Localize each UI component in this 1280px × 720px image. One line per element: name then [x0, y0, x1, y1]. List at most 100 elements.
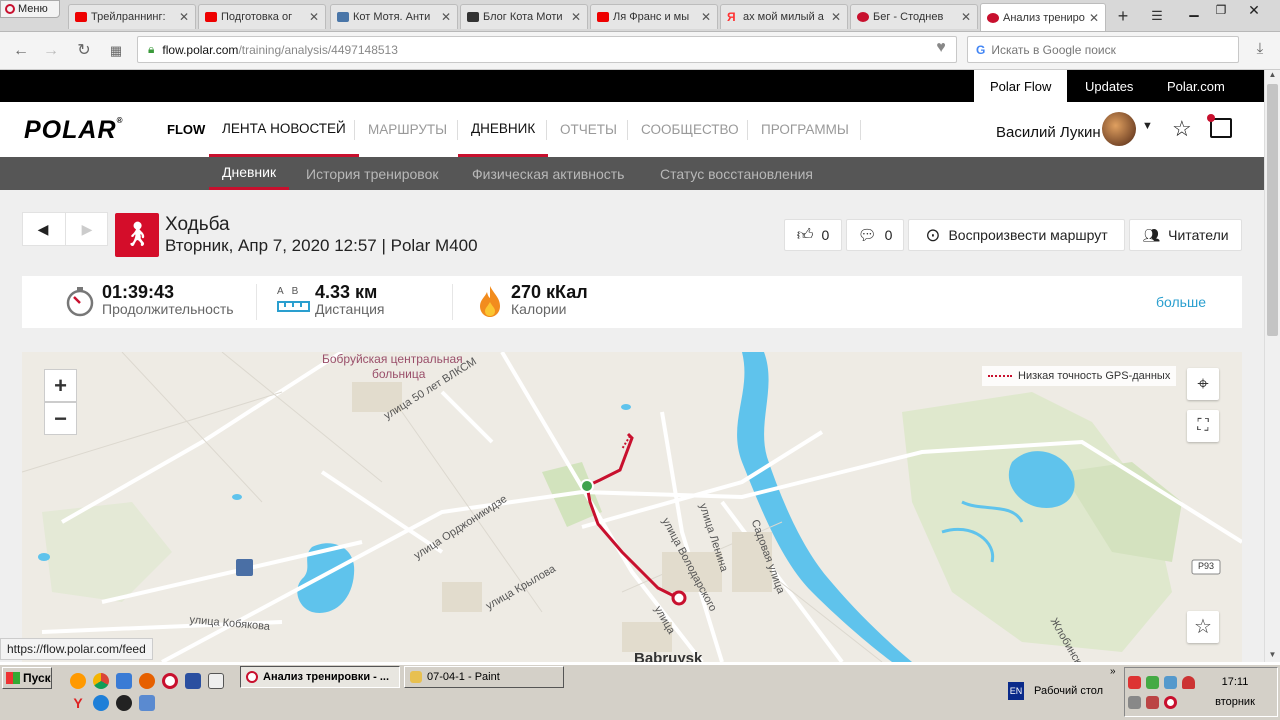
- browser-tab[interactable]: Бег - Стоднев ✕: [850, 4, 978, 29]
- nav-routes[interactable]: МАРШРУТЫ: [355, 102, 460, 157]
- google-search-field[interactable]: G Искать в Google поиск: [967, 36, 1239, 63]
- download-icon[interactable]: ⤓: [1249, 40, 1271, 62]
- browser-tab[interactable]: Кот Мотя. Анти ✕: [330, 4, 458, 29]
- shield-icon[interactable]: [1182, 676, 1195, 689]
- language-indicator[interactable]: EN: [1008, 682, 1024, 700]
- close-tab-icon[interactable]: ✕: [307, 10, 321, 24]
- back-arrow-icon[interactable]: ←: [10, 40, 32, 62]
- start-button[interactable]: Пуск: [2, 667, 52, 689]
- like-button[interactable]: 👍︎ 0: [784, 219, 842, 251]
- toplink-updates[interactable]: Updates: [1069, 70, 1149, 102]
- thumbs-up-icon: 👍︎: [796, 226, 814, 244]
- close-tab-icon[interactable]: ✕: [829, 10, 843, 24]
- calculator-icon[interactable]: [208, 673, 224, 689]
- windows-logo-icon: [6, 672, 20, 684]
- google-icon: G: [976, 42, 986, 57]
- browser-menu-button[interactable]: Меню: [0, 0, 60, 18]
- route-map[interactable]: Бобруйская центральная больница улица 50…: [22, 352, 1242, 662]
- previous-session-icon[interactable]: ◀: [22, 212, 64, 246]
- network-icon[interactable]: [116, 673, 132, 689]
- browser-tab[interactable]: Яах мой милый а ✕: [720, 4, 848, 29]
- nav-diary[interactable]: ДНЕВНИК: [458, 102, 549, 157]
- close-tab-icon[interactable]: ✕: [177, 10, 191, 24]
- user-name[interactable]: Василий Лукин: [996, 124, 1101, 141]
- desktop-toolbar-label[interactable]: Рабочий стол: [1034, 685, 1103, 697]
- task-label: 07-04-1 - Paint: [427, 671, 500, 683]
- scroll-up-icon[interactable]: ▲: [1265, 70, 1280, 82]
- avast-icon[interactable]: [70, 673, 86, 689]
- firefox-icon[interactable]: [139, 673, 155, 689]
- replay-route-button[interactable]: ⊙ Воспроизвести маршрут: [908, 219, 1125, 251]
- close-tab-icon[interactable]: ✕: [569, 10, 583, 24]
- desktop-icon[interactable]: [139, 695, 155, 711]
- forward-arrow-icon[interactable]: →: [40, 40, 62, 62]
- toplink-polar-flow[interactable]: Polar Flow: [974, 70, 1068, 102]
- chevron-down-icon[interactable]: ▼: [1142, 120, 1153, 132]
- subnav-training-history[interactable]: История тренировок: [304, 157, 440, 190]
- close-window-icon[interactable]: ✕: [1240, 0, 1268, 20]
- notifications-icon[interactable]: [1207, 114, 1232, 138]
- nav-feed[interactable]: ЛЕНТА НОВОСТЕЙ: [209, 102, 359, 157]
- nav-reports[interactable]: ОТЧЕТЫ: [547, 102, 630, 157]
- toolbar-expand-icon[interactable]: »: [1110, 666, 1116, 677]
- fullscreen-icon[interactable]: ⛶: [1187, 410, 1219, 442]
- browser-tab[interactable]: Подготовка ог ✕: [198, 4, 326, 29]
- subnav-diary[interactable]: Дневник: [209, 157, 290, 190]
- readers-button[interactable]: 👥︎ Читатели: [1129, 219, 1242, 251]
- browser-tab-active[interactable]: Анализ трениро ✕: [980, 3, 1106, 31]
- comment-button[interactable]: 💬︎ 0: [846, 219, 904, 251]
- locate-icon[interactable]: ⌖: [1187, 368, 1219, 400]
- reload-icon[interactable]: ↻: [73, 40, 95, 62]
- nav-community[interactable]: СООБЩЕСТВО: [628, 102, 752, 157]
- close-tab-icon[interactable]: ✕: [959, 10, 973, 24]
- star-icon[interactable]: ☆: [1172, 116, 1192, 142]
- favorite-route-star-icon[interactable]: ☆: [1187, 611, 1219, 643]
- volume-icon[interactable]: [1128, 696, 1141, 709]
- more-link[interactable]: больше: [1156, 294, 1206, 310]
- subnav-recovery[interactable]: Статус восстановления: [658, 157, 815, 190]
- taskbar-task-browser[interactable]: Анализ тренировки - ...: [240, 666, 400, 688]
- map-label-city: Babruysk: [634, 650, 703, 662]
- flow-label: FLOW: [167, 122, 206, 137]
- scroll-thumb[interactable]: [1267, 84, 1278, 336]
- zoom-out-button[interactable]: −: [44, 402, 77, 435]
- media-player-icon[interactable]: [116, 695, 132, 711]
- close-tab-icon[interactable]: ✕: [699, 10, 713, 24]
- flame-icon: [478, 284, 502, 318]
- chrome-icon[interactable]: [93, 673, 109, 689]
- comment-icon: 💬︎: [857, 227, 877, 244]
- minimize-icon[interactable]: ▁: [1180, 0, 1208, 20]
- bookmark-heart-icon[interactable]: ♥: [930, 39, 952, 59]
- taskbar-task-paint[interactable]: 07-04-1 - Paint: [404, 666, 564, 688]
- new-tab-icon[interactable]: +: [1112, 5, 1134, 27]
- tab-menu-icon[interactable]: ☰: [1146, 5, 1168, 27]
- next-session-icon[interactable]: ▶: [65, 212, 108, 246]
- browser-tab[interactable]: Трейлраннинг: ✕: [68, 4, 196, 29]
- close-tab-icon[interactable]: ✕: [1087, 11, 1101, 25]
- tray-icon[interactable]: [1146, 696, 1159, 709]
- people-icon: 👥︎: [1142, 226, 1161, 243]
- nav-programs[interactable]: ПРОГРАММЫ: [748, 102, 862, 157]
- save-icon[interactable]: [185, 673, 201, 689]
- clock-time[interactable]: 17:11: [1212, 676, 1258, 688]
- scroll-down-icon[interactable]: ▼: [1265, 650, 1280, 662]
- toplink-polar-com[interactable]: Polar.com: [1151, 70, 1241, 102]
- tray-icon[interactable]: [1128, 676, 1141, 689]
- speed-dial-icon[interactable]: ▦: [105, 40, 127, 62]
- page-scrollbar[interactable]: ▲ ▼: [1264, 70, 1280, 662]
- browser-tab[interactable]: Ля Франс и мы ✕: [590, 4, 718, 29]
- subnav-activity[interactable]: Физическая активность: [470, 157, 626, 190]
- url-field[interactable]: 🔒︎ flow.polar.com/training/analysis/44971…: [137, 36, 957, 63]
- tray-icon[interactable]: [1146, 676, 1159, 689]
- opera-icon[interactable]: [162, 673, 178, 689]
- tray-icon[interactable]: [1164, 676, 1177, 689]
- avatar[interactable]: [1102, 112, 1136, 146]
- yandex-icon[interactable]: Y: [70, 695, 86, 711]
- maximize-icon[interactable]: ❐: [1207, 0, 1235, 20]
- polar-logo[interactable]: POLAR®: [24, 116, 123, 144]
- browser-tab[interactable]: Блог Кота Моти ✕: [460, 4, 588, 29]
- ie-icon[interactable]: [93, 695, 109, 711]
- opera-tray-icon[interactable]: [1164, 696, 1177, 709]
- close-tab-icon[interactable]: ✕: [439, 10, 453, 24]
- zoom-in-button[interactable]: +: [44, 369, 77, 402]
